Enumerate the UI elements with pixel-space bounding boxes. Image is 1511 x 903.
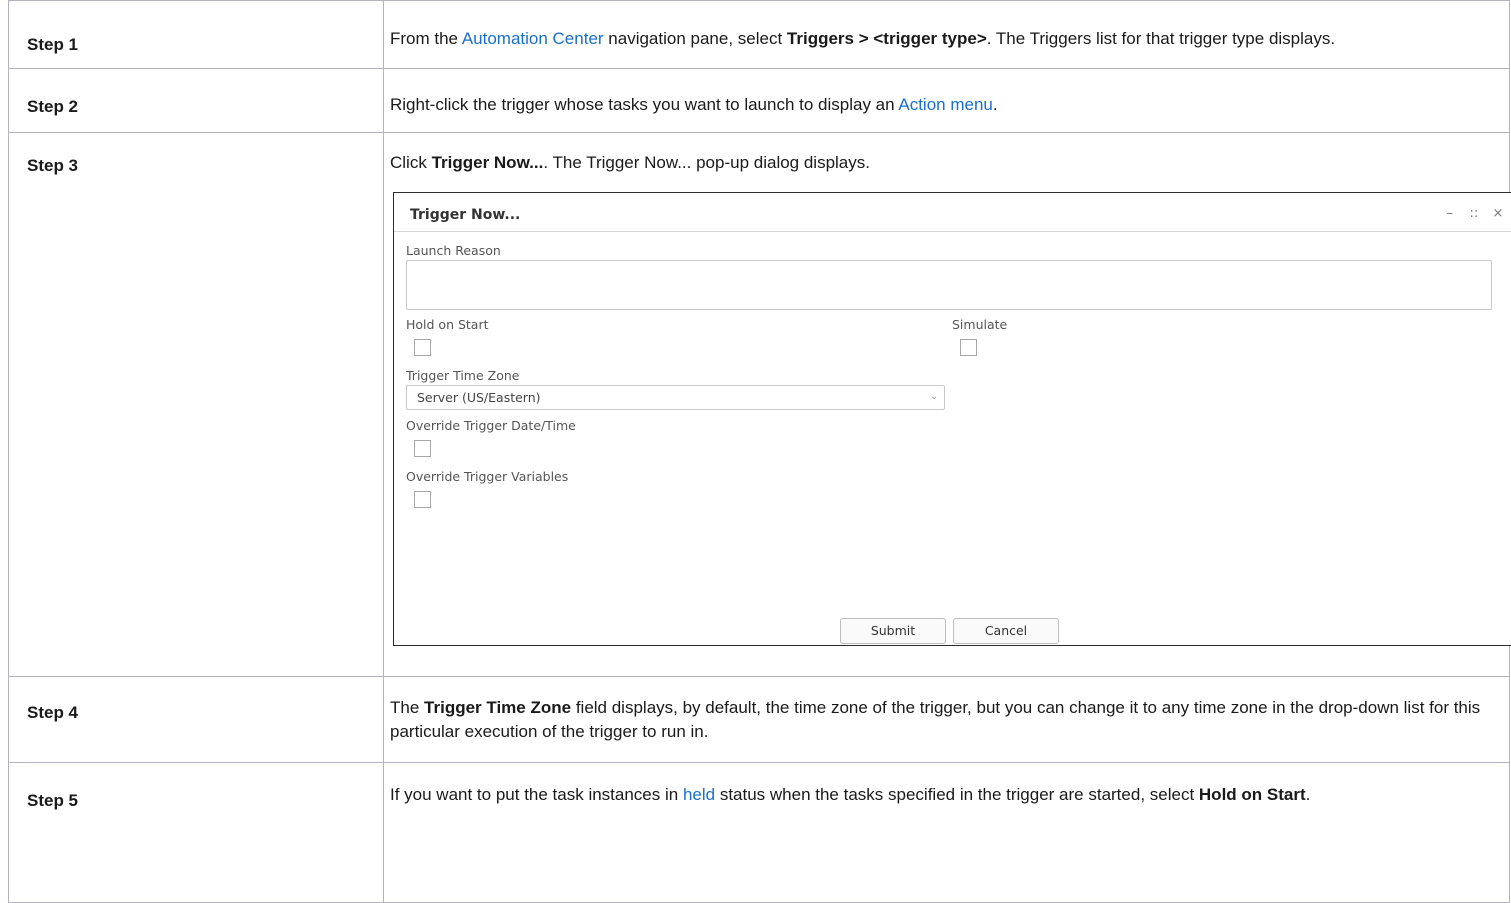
step-row-3: Step 3 Click Trigger Now.... The Trigger…	[8, 132, 1511, 677]
bold-text: Hold on Start	[1198, 785, 1306, 804]
text-run: status when the tasks specified in the t…	[715, 785, 1199, 804]
step-label: Step 5	[8, 762, 384, 903]
minimize-icon[interactable]: –	[1440, 202, 1460, 226]
step-text: Click Trigger Now.... The Trigger Now...…	[390, 151, 1503, 175]
time-zone-value: Server (US/Eastern)	[417, 390, 541, 405]
bold-text: Trigger Now...	[431, 153, 544, 172]
close-icon[interactable]: ×	[1488, 202, 1508, 226]
inline-link[interactable]: Automation Center	[462, 29, 604, 48]
override-datetime-label: Override Trigger Date/Time	[406, 418, 576, 433]
launch-reason-input[interactable]	[406, 260, 1492, 310]
text-run: From the	[390, 29, 462, 48]
maximize-icon[interactable]: ::	[1464, 202, 1484, 226]
override-datetime-checkbox[interactable]	[414, 440, 431, 457]
inline-link[interactable]: held	[683, 785, 715, 804]
window-controls: – :: ×	[1440, 202, 1508, 226]
text-run: .	[992, 95, 998, 114]
text-run: navigation pane, select	[603, 29, 787, 48]
simulate-checkbox[interactable]	[960, 339, 977, 356]
text-run: Right-click the trigger whose tasks you …	[390, 95, 899, 114]
step-label: Step 1	[8, 0, 384, 69]
step-row-2: Step 2 Right-click the trigger whose tas…	[8, 68, 1510, 133]
inline-link[interactable]: Action menu	[898, 95, 993, 114]
trigger-now-dialog: Trigger Now... – :: × Launch Reason Hold…	[393, 192, 1511, 646]
step-row-5: Step 5 If you want to put the task insta…	[8, 762, 1510, 903]
step-label: Step 2	[8, 68, 384, 133]
submit-button[interactable]: Submit	[840, 618, 946, 644]
text-run: . The Triggers list for that trigger typ…	[986, 29, 1336, 48]
cancel-button[interactable]: Cancel	[953, 618, 1059, 644]
chevron-down-icon: ⌄	[930, 392, 938, 402]
launch-reason-label: Launch Reason	[406, 243, 501, 258]
step-label: Step 3	[8, 132, 384, 677]
text-run: .	[1305, 785, 1311, 804]
dialog-title: Trigger Now...	[410, 207, 521, 223]
hold-on-start-label: Hold on Start	[406, 317, 489, 332]
step-row-1: Step 1 From the Automation Center naviga…	[8, 0, 1510, 69]
step-label: Step 4	[8, 676, 384, 763]
text-run: If you want to put the task instances in	[390, 785, 683, 804]
step-text: From the Automation Center navigation pa…	[383, 0, 1510, 69]
bold-text: Trigger Time Zone	[424, 698, 572, 717]
hold-on-start-checkbox[interactable]	[414, 339, 431, 356]
step-text: If you want to put the task instances in…	[383, 762, 1510, 903]
text-run: The	[390, 698, 425, 717]
step-text: Right-click the trigger whose tasks you …	[383, 68, 1510, 133]
steps-table: Step 1 From the Automation Center naviga…	[8, 0, 1511, 903]
text-run: Click	[390, 153, 432, 172]
time-zone-select[interactable]: Server (US/Eastern) ⌄	[406, 385, 945, 410]
step-text: The Trigger Time Zone field displays, by…	[383, 676, 1510, 763]
bold-text: Triggers > <trigger type>	[786, 29, 987, 48]
dialog-header: Trigger Now... – :: ×	[394, 193, 1511, 232]
simulate-label: Simulate	[952, 317, 1008, 332]
override-variables-checkbox[interactable]	[414, 491, 431, 508]
override-variables-label: Override Trigger Variables	[406, 469, 569, 484]
step-row-4: Step 4 The Trigger Time Zone field displ…	[8, 676, 1510, 763]
text-run: . The Trigger Now... pop-up dialog displ…	[543, 153, 870, 172]
time-zone-label: Trigger Time Zone	[406, 368, 520, 383]
